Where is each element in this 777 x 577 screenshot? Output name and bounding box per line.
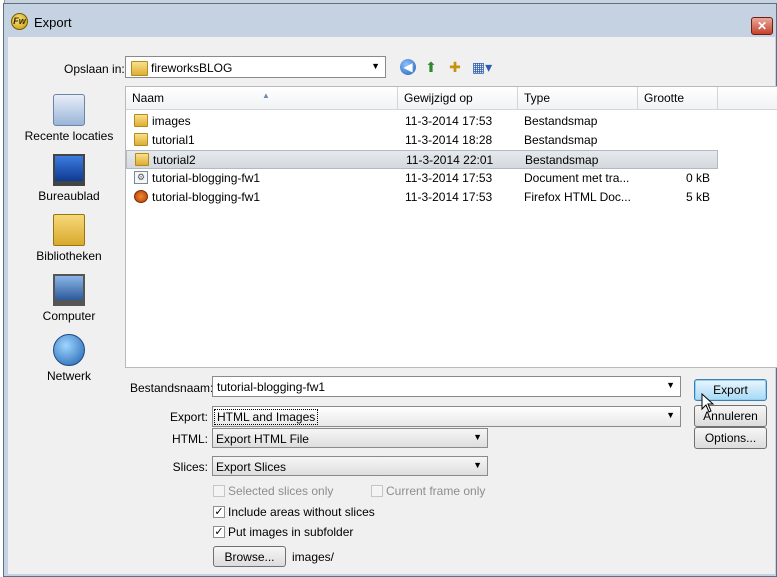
filename-value: tutorial-blogging-fw1 <box>217 380 326 394</box>
place-libraries[interactable]: Bibliotheken <box>17 214 121 263</box>
include-areas-checkbox[interactable]: ✓ <box>213 506 225 518</box>
title-bar: Fw Export ✕ <box>4 4 776 36</box>
export-type-label: Export: <box>169 410 208 424</box>
export-type-dropdown[interactable]: HTML and Images ▼ <box>212 406 681 427</box>
current-frame-label: Current frame only <box>386 484 486 498</box>
chevron-down-icon: ▼ <box>473 432 482 442</box>
file-row[interactable]: tutorial1 11-3-2014 18:28 Bestandsmap <box>126 131 718 150</box>
file-type: Bestandsmap <box>524 114 598 128</box>
file-modified: 11-3-2014 17:53 <box>405 190 493 204</box>
libraries-icon <box>53 214 85 246</box>
file-name: tutorial1 <box>152 133 195 147</box>
place-label: Recente locaties <box>24 129 114 143</box>
new-folder-icon[interactable]: ✚ <box>445 58 465 76</box>
fireworks-app-icon: Fw <box>11 13 28 30</box>
place-recent[interactable]: Recente locaties <box>17 94 121 143</box>
file-row-selected[interactable]: tutorial2 11-3-2014 22:01 Bestandsmap <box>126 150 718 169</box>
file-row[interactable]: images 11-3-2014 17:53 Bestandsmap <box>126 112 718 131</box>
up-folder-icon[interactable]: ⬆ <box>421 58 441 76</box>
file-modified: 11-3-2014 22:01 <box>406 153 494 167</box>
column-header-modified[interactable]: Gewijzigd op <box>398 87 518 109</box>
dialog-body: Opslaan in: fireworksBLOG ▼ ◀ ⬆ ✚ ▦▾ Rec… <box>8 37 777 574</box>
file-type: Firefox HTML Doc... <box>524 190 631 204</box>
file-list[interactable]: Naam ▲ Gewijzigd op Type Grootte images … <box>125 86 777 368</box>
view-menu-icon[interactable]: ▦▾ <box>469 58 495 76</box>
put-images-subfolder-label: Put images in subfolder <box>228 525 354 539</box>
slices-value: Export Slices <box>216 460 287 474</box>
slices-dropdown[interactable]: Export Slices ▼ <box>212 456 488 476</box>
export-dialog: Fw Export ✕ Opslaan in: fireworksBLOG ▼ … <box>3 3 777 577</box>
export-type-value: HTML and Images <box>214 409 319 425</box>
file-type: Document met tra... <box>524 171 630 185</box>
file-size: 5 kB <box>685 190 710 204</box>
folder-icon <box>134 133 148 146</box>
file-modified: 11-3-2014 17:53 <box>405 171 493 185</box>
folder-icon <box>135 153 149 166</box>
filename-label: Bestandsnaam: <box>130 381 214 395</box>
folder-icon <box>134 114 148 127</box>
place-label: Netwerk <box>46 369 91 383</box>
column-header-name[interactable]: Naam ▲ <box>126 87 398 109</box>
browse-button[interactable]: Browse... <box>213 546 286 567</box>
recent-places-icon <box>53 94 85 126</box>
firefox-html-icon <box>134 190 148 203</box>
file-name: tutorial2 <box>153 153 196 167</box>
back-icon[interactable]: ◀ <box>400 59 416 75</box>
file-name: tutorial-blogging-fw1 <box>152 190 261 204</box>
chevron-down-icon: ▼ <box>666 410 675 420</box>
chevron-down-icon[interactable]: ▼ <box>666 380 675 390</box>
options-button[interactable]: Options... <box>694 427 767 449</box>
column-header-size[interactable]: Grootte <box>638 87 718 109</box>
file-type: Bestandsmap <box>524 133 598 147</box>
file-size: 0 kB <box>685 171 710 185</box>
place-label: Computer <box>42 309 96 323</box>
file-name: tutorial-blogging-fw1 <box>152 171 261 185</box>
document-icon <box>134 171 148 184</box>
selected-slices-label: Selected slices only <box>228 484 334 498</box>
desktop-icon <box>53 154 85 186</box>
put-images-subfolder-checkbox[interactable]: ✓ <box>213 526 225 538</box>
file-name: images <box>152 114 191 128</box>
filename-field[interactable]: tutorial-blogging-fw1 ▼ <box>212 376 681 397</box>
file-modified: 11-3-2014 18:28 <box>405 133 493 147</box>
html-label: HTML: <box>172 432 208 446</box>
html-dropdown[interactable]: Export HTML File ▼ <box>212 428 488 448</box>
save-in-dropdown[interactable]: fireworksBLOG ▼ <box>125 56 386 78</box>
current-frame-checkbox[interactable] <box>371 485 383 497</box>
place-label: Bibliotheken <box>36 249 102 263</box>
sort-ascending-icon: ▲ <box>262 91 270 100</box>
place-desktop[interactable]: Bureaublad <box>17 154 121 203</box>
place-network[interactable]: Netwerk <box>17 334 121 383</box>
dialog-title: Export <box>34 15 72 30</box>
places-bar: Recente locaties Bureaublad Bibliotheken… <box>17 84 121 451</box>
file-modified: 11-3-2014 17:53 <box>405 114 493 128</box>
file-row[interactable]: tutorial-blogging-fw1 11-3-2014 17:53 Do… <box>126 169 718 188</box>
network-icon <box>53 334 85 366</box>
selected-slices-checkbox[interactable] <box>213 485 225 497</box>
file-row[interactable]: tutorial-blogging-fw1 11-3-2014 17:53 Fi… <box>126 188 718 207</box>
chevron-down-icon: ▼ <box>371 61 380 71</box>
html-value: Export HTML File <box>216 432 309 446</box>
slices-label: Slices: <box>172 460 208 474</box>
subfolder-path: images/ <box>292 550 335 564</box>
folder-icon <box>131 61 148 76</box>
place-label: Bureaublad <box>38 189 100 203</box>
close-button[interactable]: ✕ <box>751 17 773 35</box>
mouse-cursor-icon <box>701 392 715 413</box>
chevron-down-icon: ▼ <box>473 460 482 470</box>
include-areas-label: Include areas without slices <box>228 505 375 519</box>
place-computer[interactable]: Computer <box>17 274 121 323</box>
save-in-label: Opslaan in: <box>64 62 125 76</box>
column-header-row: Naam ▲ Gewijzigd op Type Grootte <box>126 87 777 110</box>
save-in-value: fireworksBLOG <box>151 61 233 75</box>
column-header-type[interactable]: Type <box>518 87 638 109</box>
file-type: Bestandsmap <box>525 153 599 167</box>
computer-icon <box>53 274 85 306</box>
